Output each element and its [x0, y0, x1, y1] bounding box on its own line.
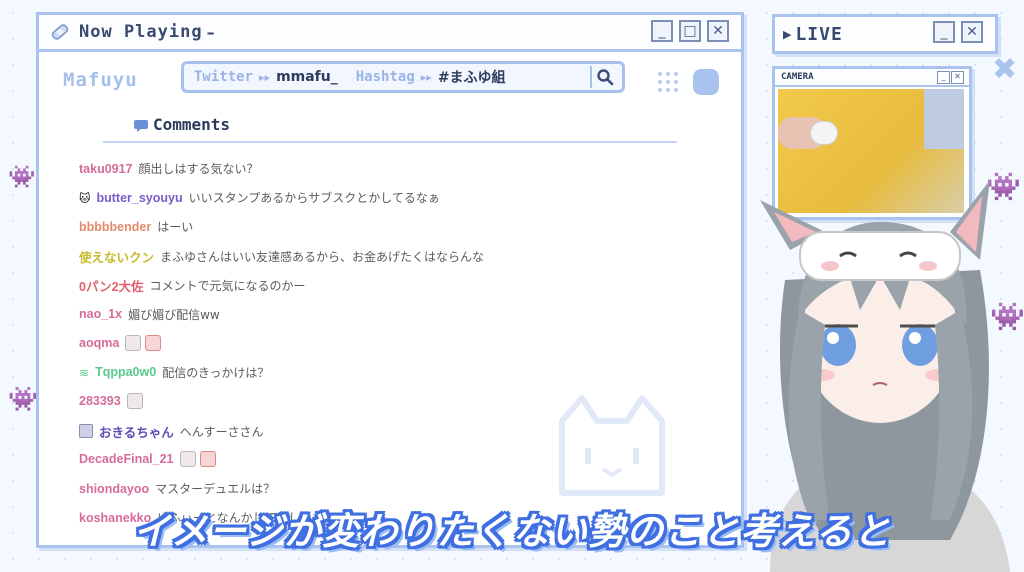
now-playing-window: Now Playing – _ □ ✕ Mafuyu Twitter ▸▸ mm… [36, 12, 744, 548]
comment-row: DecadeFinal_21 [79, 451, 220, 467]
emote-icon [145, 334, 162, 351]
comment-text: へんすーささん [179, 424, 264, 439]
comment-username[interactable]: taku0917 [79, 162, 133, 176]
comment-row: aoqma [79, 334, 165, 351]
emote-icon [126, 392, 143, 409]
emote-icon [179, 451, 196, 467]
comment-text: マスターデュエルは？ [155, 482, 276, 497]
background-decoration: 👾 [8, 385, 38, 413]
background-decoration: ✖ [992, 52, 1018, 87]
comment-text: 顔出しはする気ない？ [138, 162, 259, 176]
camera-box [924, 89, 964, 149]
comment-username[interactable]: aoqma [79, 336, 119, 350]
comment-username[interactable]: bbbbbender [79, 220, 151, 234]
comment-text: コメントで元気になるのかー [149, 279, 306, 294]
comment-username[interactable]: shiondayoo [79, 482, 149, 496]
comment-text: はーい [157, 220, 194, 235]
emote-icon [199, 451, 216, 467]
comment-row: shiondayoo マスターデュエルは？ [79, 480, 275, 497]
comment-row: 0パン2大佐 コメントで元気になるのかー [79, 276, 306, 295]
comment-text: 配信のきっかけは？ [162, 365, 270, 380]
caption-subtitle: イメージが変わりたくない勢のこと考えると [132, 510, 892, 553]
emote-icon [125, 334, 142, 351]
user-badge-icon [79, 424, 93, 439]
camera-title: CAMERA [781, 72, 814, 82]
camera-close-button[interactable]: ✕ [951, 71, 964, 84]
background-decoration: 👾 [8, 165, 36, 190]
comment-row: bbbbbender はーい [79, 218, 193, 235]
cat-badge-icon: 🐱 [79, 191, 91, 205]
live-close-button[interactable]: ✕ [961, 21, 983, 43]
comment-username[interactable]: 0パン2大佐 [79, 276, 144, 295]
comment-row: taku0917 顔出しはする気ない？ [79, 160, 259, 177]
live-minimize-button[interactable]: _ [933, 21, 955, 43]
cat-face-watermark [559, 395, 665, 496]
comment-row: 283393 [79, 392, 147, 409]
comment-text: まふゆさんはいい友達感あるから、お金あげたくはならんな [160, 250, 485, 265]
comment-row: おきるちゃん へんすーささん [79, 422, 264, 441]
comment-row: 使えないクン まふゆさんはいい友達感あるから、お金あげたくはならんな [79, 247, 484, 266]
comment-row: nao_1x 媚び媚び配信ww [79, 306, 220, 323]
comment-username[interactable]: 283393 [79, 394, 121, 408]
comment-row: 🐱 butter_syouyu いいスタンプあるからサブスクとかしてるなぁ [79, 189, 440, 206]
comment-text: いいスタンプあるからサブスクとかしてるなぁ [188, 191, 440, 206]
comment-username[interactable]: butter_syouyu [96, 191, 182, 205]
comment-row: ≋ Tqppa0w0 配信のきっかけは？ [79, 364, 269, 381]
wifi-badge-icon: ≋ [79, 366, 90, 381]
comment-username[interactable]: 使えないクン [79, 247, 154, 266]
live-title: LIVE [795, 23, 843, 45]
camera-minimize-button[interactable]: _ [937, 71, 950, 84]
comment-username[interactable]: Tqppa0w0 [95, 365, 156, 379]
camera-titlebar: CAMERA _ ✕ [775, 69, 969, 87]
play-icon: ▶ [783, 27, 792, 41]
comment-username[interactable]: おきるちゃん [99, 422, 174, 441]
live-window: ▶ LIVE _ ✕ [772, 14, 998, 54]
live-titlebar: ▶ LIVE _ ✕ [775, 17, 995, 51]
comment-username[interactable]: DecadeFinal_21 [79, 452, 174, 466]
comment-username[interactable]: nao_1x [79, 307, 122, 321]
comment-text: 媚び媚び配信ww [128, 307, 220, 322]
camera-mouse [810, 121, 838, 145]
